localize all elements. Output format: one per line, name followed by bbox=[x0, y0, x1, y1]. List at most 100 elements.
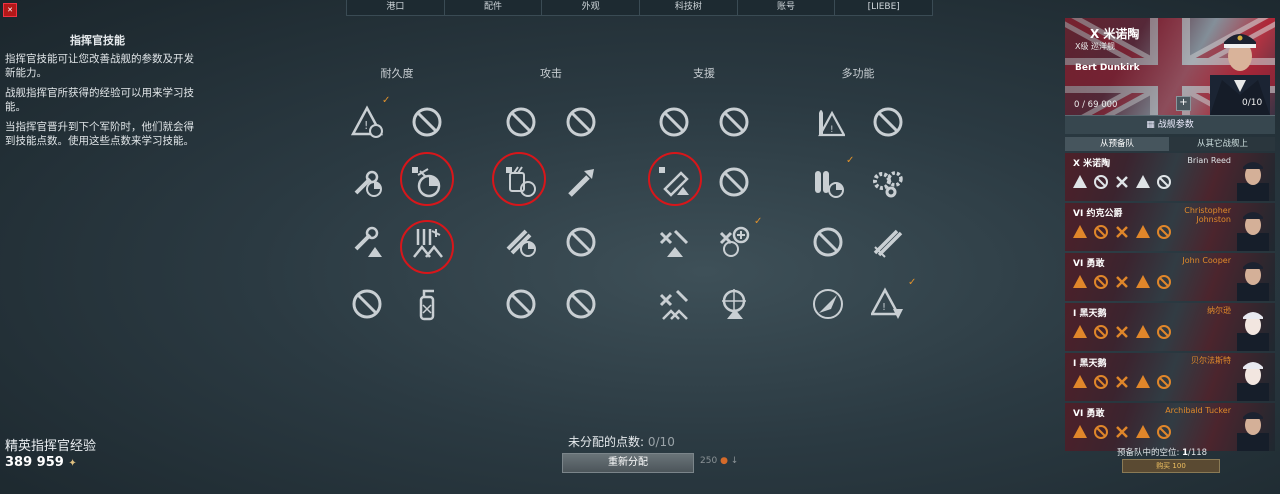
skill-mini-icon bbox=[1113, 173, 1131, 191]
info-paragraph-2: 战舰指挥官所获得的经验可以用来学习技能。 bbox=[5, 87, 194, 113]
repair-upgrade-icon[interactable] bbox=[654, 284, 694, 324]
elite-xp-icon: ✦ bbox=[68, 458, 77, 469]
crew-portrait bbox=[1237, 162, 1269, 201]
current-ship-name: X 米诺陶 bbox=[1090, 27, 1140, 41]
skill-mini-icon bbox=[1155, 273, 1173, 291]
crew-ship-name: I 黑天鹅 bbox=[1073, 359, 1107, 369]
gears-icon[interactable] bbox=[868, 162, 908, 202]
skill-mini-icon bbox=[1155, 373, 1173, 391]
disabled-skill-icon[interactable] bbox=[561, 102, 601, 142]
crew-commander-name: John Cooper bbox=[1182, 256, 1231, 265]
torpedo-tube-icon[interactable] bbox=[501, 222, 541, 262]
disabled-skill-icon[interactable] bbox=[561, 284, 601, 324]
crew-row[interactable]: VI 勇敢 Archibald Tucker bbox=[1065, 403, 1275, 451]
tab-appearance[interactable]: 外观 bbox=[542, 0, 641, 15]
category-attack: 攻击 bbox=[540, 67, 562, 80]
skill-mini-icon bbox=[1113, 323, 1131, 341]
skill-mini-icon bbox=[1071, 273, 1089, 291]
guns-icon[interactable] bbox=[868, 222, 908, 262]
back-button[interactable]: ✕ bbox=[3, 3, 17, 17]
torpedo-timer-icon[interactable] bbox=[808, 162, 848, 202]
disabled-skill-icon[interactable] bbox=[561, 222, 601, 262]
crew-row[interactable]: VI 约克公爵 Christopher Johnston 1/12 bbox=[1065, 203, 1275, 251]
skill-mini-icon bbox=[1155, 323, 1173, 341]
skill-mini-icon bbox=[1134, 273, 1152, 291]
commander-xp: 0 / 69 000 bbox=[1074, 100, 1118, 110]
crew-portrait bbox=[1237, 412, 1269, 451]
crew-row[interactable]: VI 勇敢 John Cooper 1/11 bbox=[1065, 253, 1275, 301]
buy-slot-button[interactable]: 购买 100 bbox=[1122, 459, 1220, 473]
tab-tech-tree[interactable]: 科技树 bbox=[640, 0, 738, 15]
svg-text:!: ! bbox=[830, 125, 834, 135]
reset-skills-button[interactable]: 重新分配 bbox=[562, 453, 694, 473]
aim-upgrade-icon[interactable] bbox=[714, 284, 754, 324]
skill-mini-icon bbox=[1113, 223, 1131, 241]
learned-check-icon: ✓ bbox=[754, 216, 763, 227]
crew-commander-name: Archibald Tucker bbox=[1165, 406, 1231, 415]
wrench-upgrade-icon[interactable] bbox=[347, 222, 387, 262]
selected-ring bbox=[648, 152, 702, 206]
disabled-skill-icon[interactable] bbox=[714, 102, 754, 142]
info-title: 指挥官技能 bbox=[70, 34, 125, 47]
plane-bomb-icon[interactable] bbox=[714, 222, 754, 262]
params-icon: ▦ bbox=[1146, 120, 1155, 130]
tab-account[interactable]: 账号 bbox=[738, 0, 836, 15]
tab-reserve[interactable]: 从预备队 bbox=[1065, 137, 1169, 151]
crew-ship-name: X 米诺陶 bbox=[1073, 159, 1111, 169]
radar-icon[interactable] bbox=[808, 284, 848, 324]
skill-mini-icon bbox=[1071, 223, 1089, 241]
current-ship-class: X级 巡洋舰 bbox=[1075, 42, 1116, 51]
skill-mini-icon bbox=[1155, 173, 1173, 191]
repair-plane-icon[interactable] bbox=[654, 222, 694, 262]
disabled-skill-icon[interactable] bbox=[501, 102, 541, 142]
selected-ring bbox=[492, 152, 546, 206]
reserve-slots: 预备队中的空位: 1/118 bbox=[1117, 448, 1208, 458]
skill-mini-icon bbox=[1071, 173, 1089, 191]
crew-portrait bbox=[1237, 262, 1269, 301]
crew-row[interactable]: I 黑天鹅 纳尔逊 bbox=[1065, 303, 1275, 351]
skill-mini-icon bbox=[1155, 423, 1173, 441]
unassigned-points: 未分配的点数: 0/10 bbox=[568, 435, 675, 449]
crew-ship-name: VI 勇敢 bbox=[1073, 259, 1105, 269]
ship-params-button[interactable]: ▦ 战舰参数 bbox=[1065, 115, 1275, 134]
crew-skills bbox=[1071, 173, 1173, 191]
torpedo-warning-icon[interactable]: ! bbox=[808, 102, 848, 142]
crew-row[interactable]: X 米诺陶 Brian Reed 0/49 bbox=[1065, 153, 1275, 201]
commander-points: 0/10 bbox=[1242, 98, 1263, 108]
tab-port[interactable]: 港口 bbox=[347, 0, 445, 15]
crew-portrait bbox=[1237, 312, 1269, 351]
disabled-skill-icon[interactable] bbox=[868, 102, 908, 142]
info-paragraph-1: 指挥官技能可让您改善战舰的参数及开发新能力。 bbox=[5, 53, 194, 79]
tab-equipment[interactable]: 配件 bbox=[445, 0, 543, 15]
disabled-skill-icon[interactable] bbox=[347, 284, 387, 324]
warning-circle-icon[interactable]: ! bbox=[347, 102, 387, 142]
crew-commander-name: Christopher Johnston bbox=[1184, 206, 1231, 224]
svg-text:!: ! bbox=[882, 302, 886, 313]
crew-row[interactable]: I 黑天鹅 贝尔法斯特 bbox=[1065, 353, 1275, 401]
extinguisher-icon[interactable] bbox=[407, 284, 447, 324]
crew-commander-name: Brian Reed bbox=[1187, 156, 1231, 165]
arrow-shell-icon[interactable] bbox=[561, 162, 601, 202]
skill-mini-icon bbox=[1071, 423, 1089, 441]
category-versatility: 多功能 bbox=[841, 67, 875, 80]
crew-skills bbox=[1071, 373, 1173, 391]
skill-mini-icon bbox=[1071, 373, 1089, 391]
disabled-skill-icon[interactable] bbox=[654, 102, 694, 142]
skill-mini-icon bbox=[1092, 323, 1110, 341]
disabled-skill-icon[interactable] bbox=[808, 222, 848, 262]
disabled-skill-icon[interactable] bbox=[714, 162, 754, 202]
add-xp-button[interactable]: + bbox=[1176, 96, 1191, 111]
reset-cost: 250 ● ↓ bbox=[700, 456, 739, 466]
current-commander-name[interactable]: Bert Dunkirk bbox=[1075, 63, 1140, 73]
skill-mini-icon bbox=[1134, 323, 1152, 341]
wrench-timer-icon[interactable] bbox=[347, 162, 387, 202]
skill-mini-icon bbox=[1134, 423, 1152, 441]
disabled-skill-icon[interactable] bbox=[501, 284, 541, 324]
tab-clan[interactable]: [LIEBE] bbox=[835, 0, 932, 15]
crew-skills bbox=[1071, 423, 1173, 441]
warning-down-icon[interactable]: ! bbox=[868, 284, 908, 324]
tab-other-ships[interactable]: 从其它战舰上 bbox=[1170, 137, 1275, 151]
disabled-skill-icon[interactable] bbox=[407, 102, 447, 142]
skill-mini-icon bbox=[1134, 173, 1152, 191]
info-paragraph-3: 当指挥官晋升到下个军阶时，他们就会得到技能点数。使用这些点数来学习技能。 bbox=[5, 121, 194, 147]
